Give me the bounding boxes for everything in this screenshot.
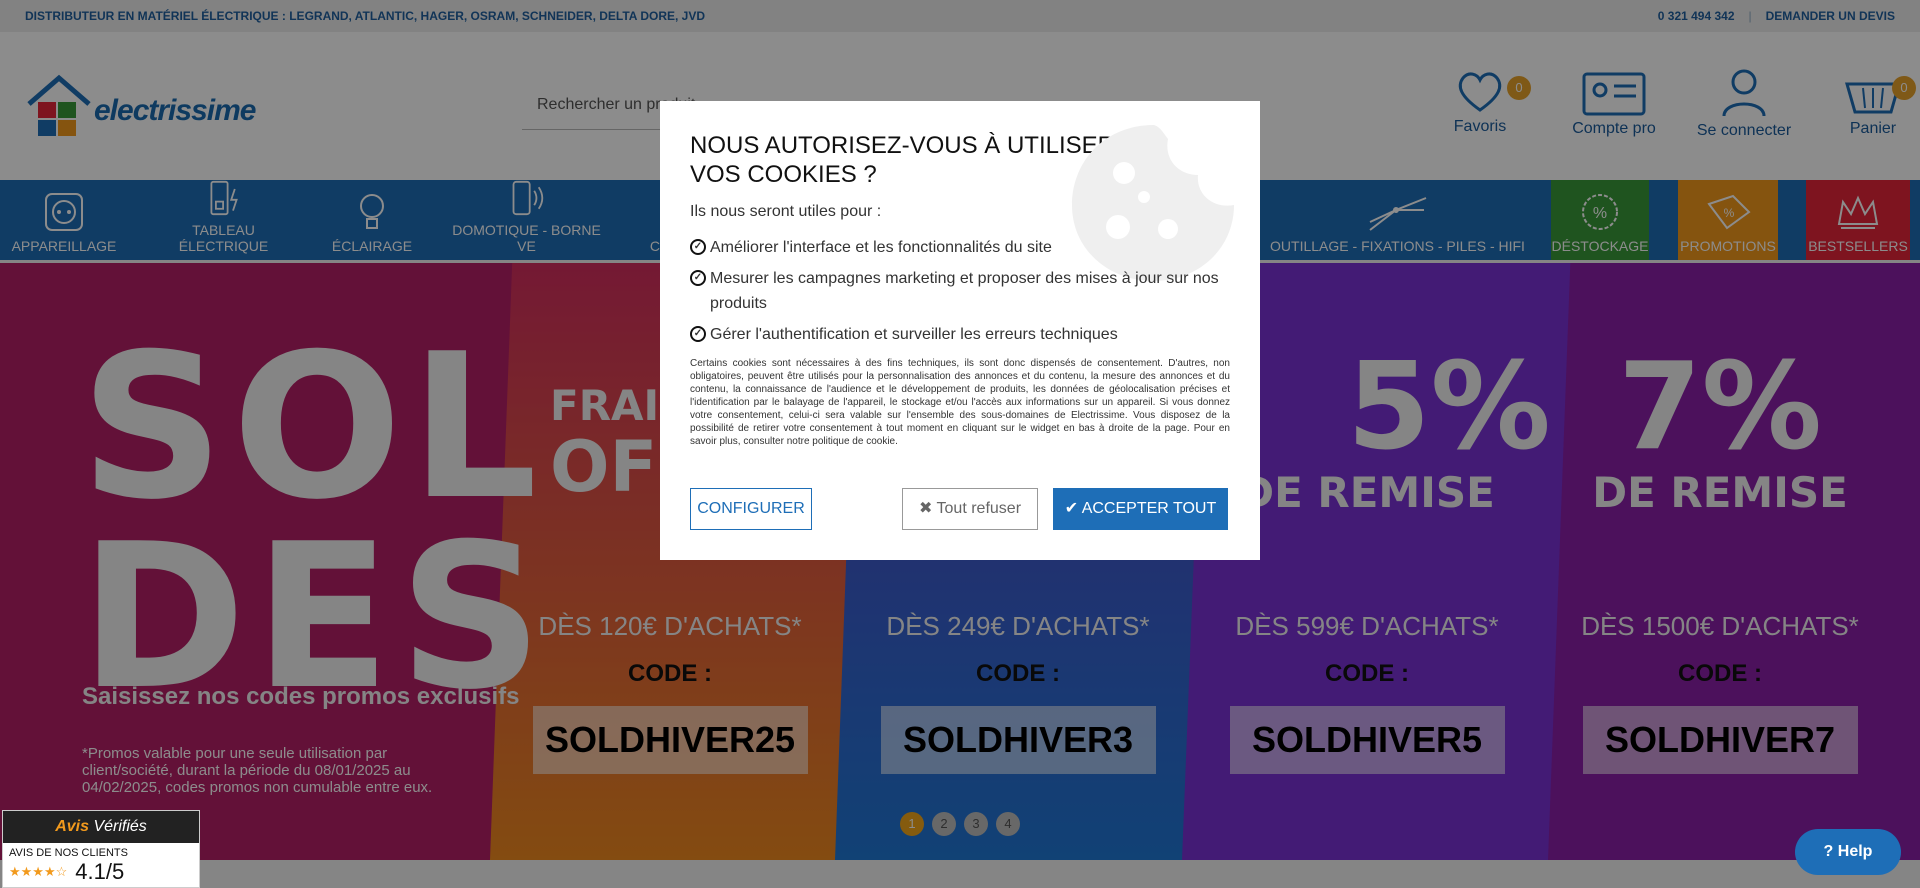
accept-label: ACCEPTER TOUT <box>1081 500 1217 517</box>
reviews-score: 4.1/5 <box>75 859 125 884</box>
purpose-item: ✓ Améliorer l'interface et les fonctionna… <box>690 235 1230 260</box>
refuse-label: Tout refuser <box>936 500 1022 517</box>
reviews-widget[interactable]: Avis Vérifiés AVIS DE NOS CLIENTS ★★★★☆ … <box>2 810 200 888</box>
help-button[interactable]: ? Help <box>1795 829 1901 875</box>
star-rating-icon: ★★★★☆ <box>9 864 68 879</box>
check-circle-icon: ✓ <box>690 270 706 286</box>
purpose-item: ✓ Gérer l'authentification et surveiller … <box>690 322 1230 347</box>
close-icon: ✖ <box>918 500 937 517</box>
reviews-brand-b: Vérifiés <box>93 818 147 835</box>
help-label: Help <box>1837 843 1873 860</box>
purpose-list: ✓ Améliorer l'interface et les fonctionna… <box>690 235 1230 347</box>
purpose-item: ✓ Mesurer les campagnes marketing et prop… <box>690 266 1230 316</box>
reviews-brand-a: Avis <box>55 818 89 835</box>
purpose-text: Améliorer l'interface et les fonctionnal… <box>710 239 1052 256</box>
check-icon: ✔ <box>1064 500 1082 517</box>
accept-all-button[interactable]: ✔ ACCEPTER TOUT <box>1053 488 1228 530</box>
configure-button[interactable]: CONFIGURER <box>690 488 812 530</box>
reviews-rating-row: ★★★★☆ 4.1/5 <box>3 859 199 885</box>
legal-text: Certains cookies sont nécessaires à des … <box>690 358 1230 447</box>
check-circle-icon: ✓ <box>690 239 706 255</box>
purpose-text: Mesurer les campagnes marketing et propo… <box>710 270 1219 312</box>
question-icon: ? <box>1823 843 1834 860</box>
reviews-brand: Avis Vérifiés <box>3 811 199 843</box>
reviews-label: AVIS DE NOS CLIENTS <box>9 847 128 859</box>
refuse-all-button[interactable]: ✖ Tout refuser <box>902 488 1038 530</box>
check-circle-icon: ✓ <box>690 326 706 342</box>
cookie-consent-dialog: NOUS AUTORISEZ-VOUS À UTILISER VOS COOKI… <box>660 101 1260 560</box>
purpose-text: Gérer l'authentification et surveiller l… <box>710 326 1118 343</box>
cookie-icon <box>1072 125 1234 281</box>
